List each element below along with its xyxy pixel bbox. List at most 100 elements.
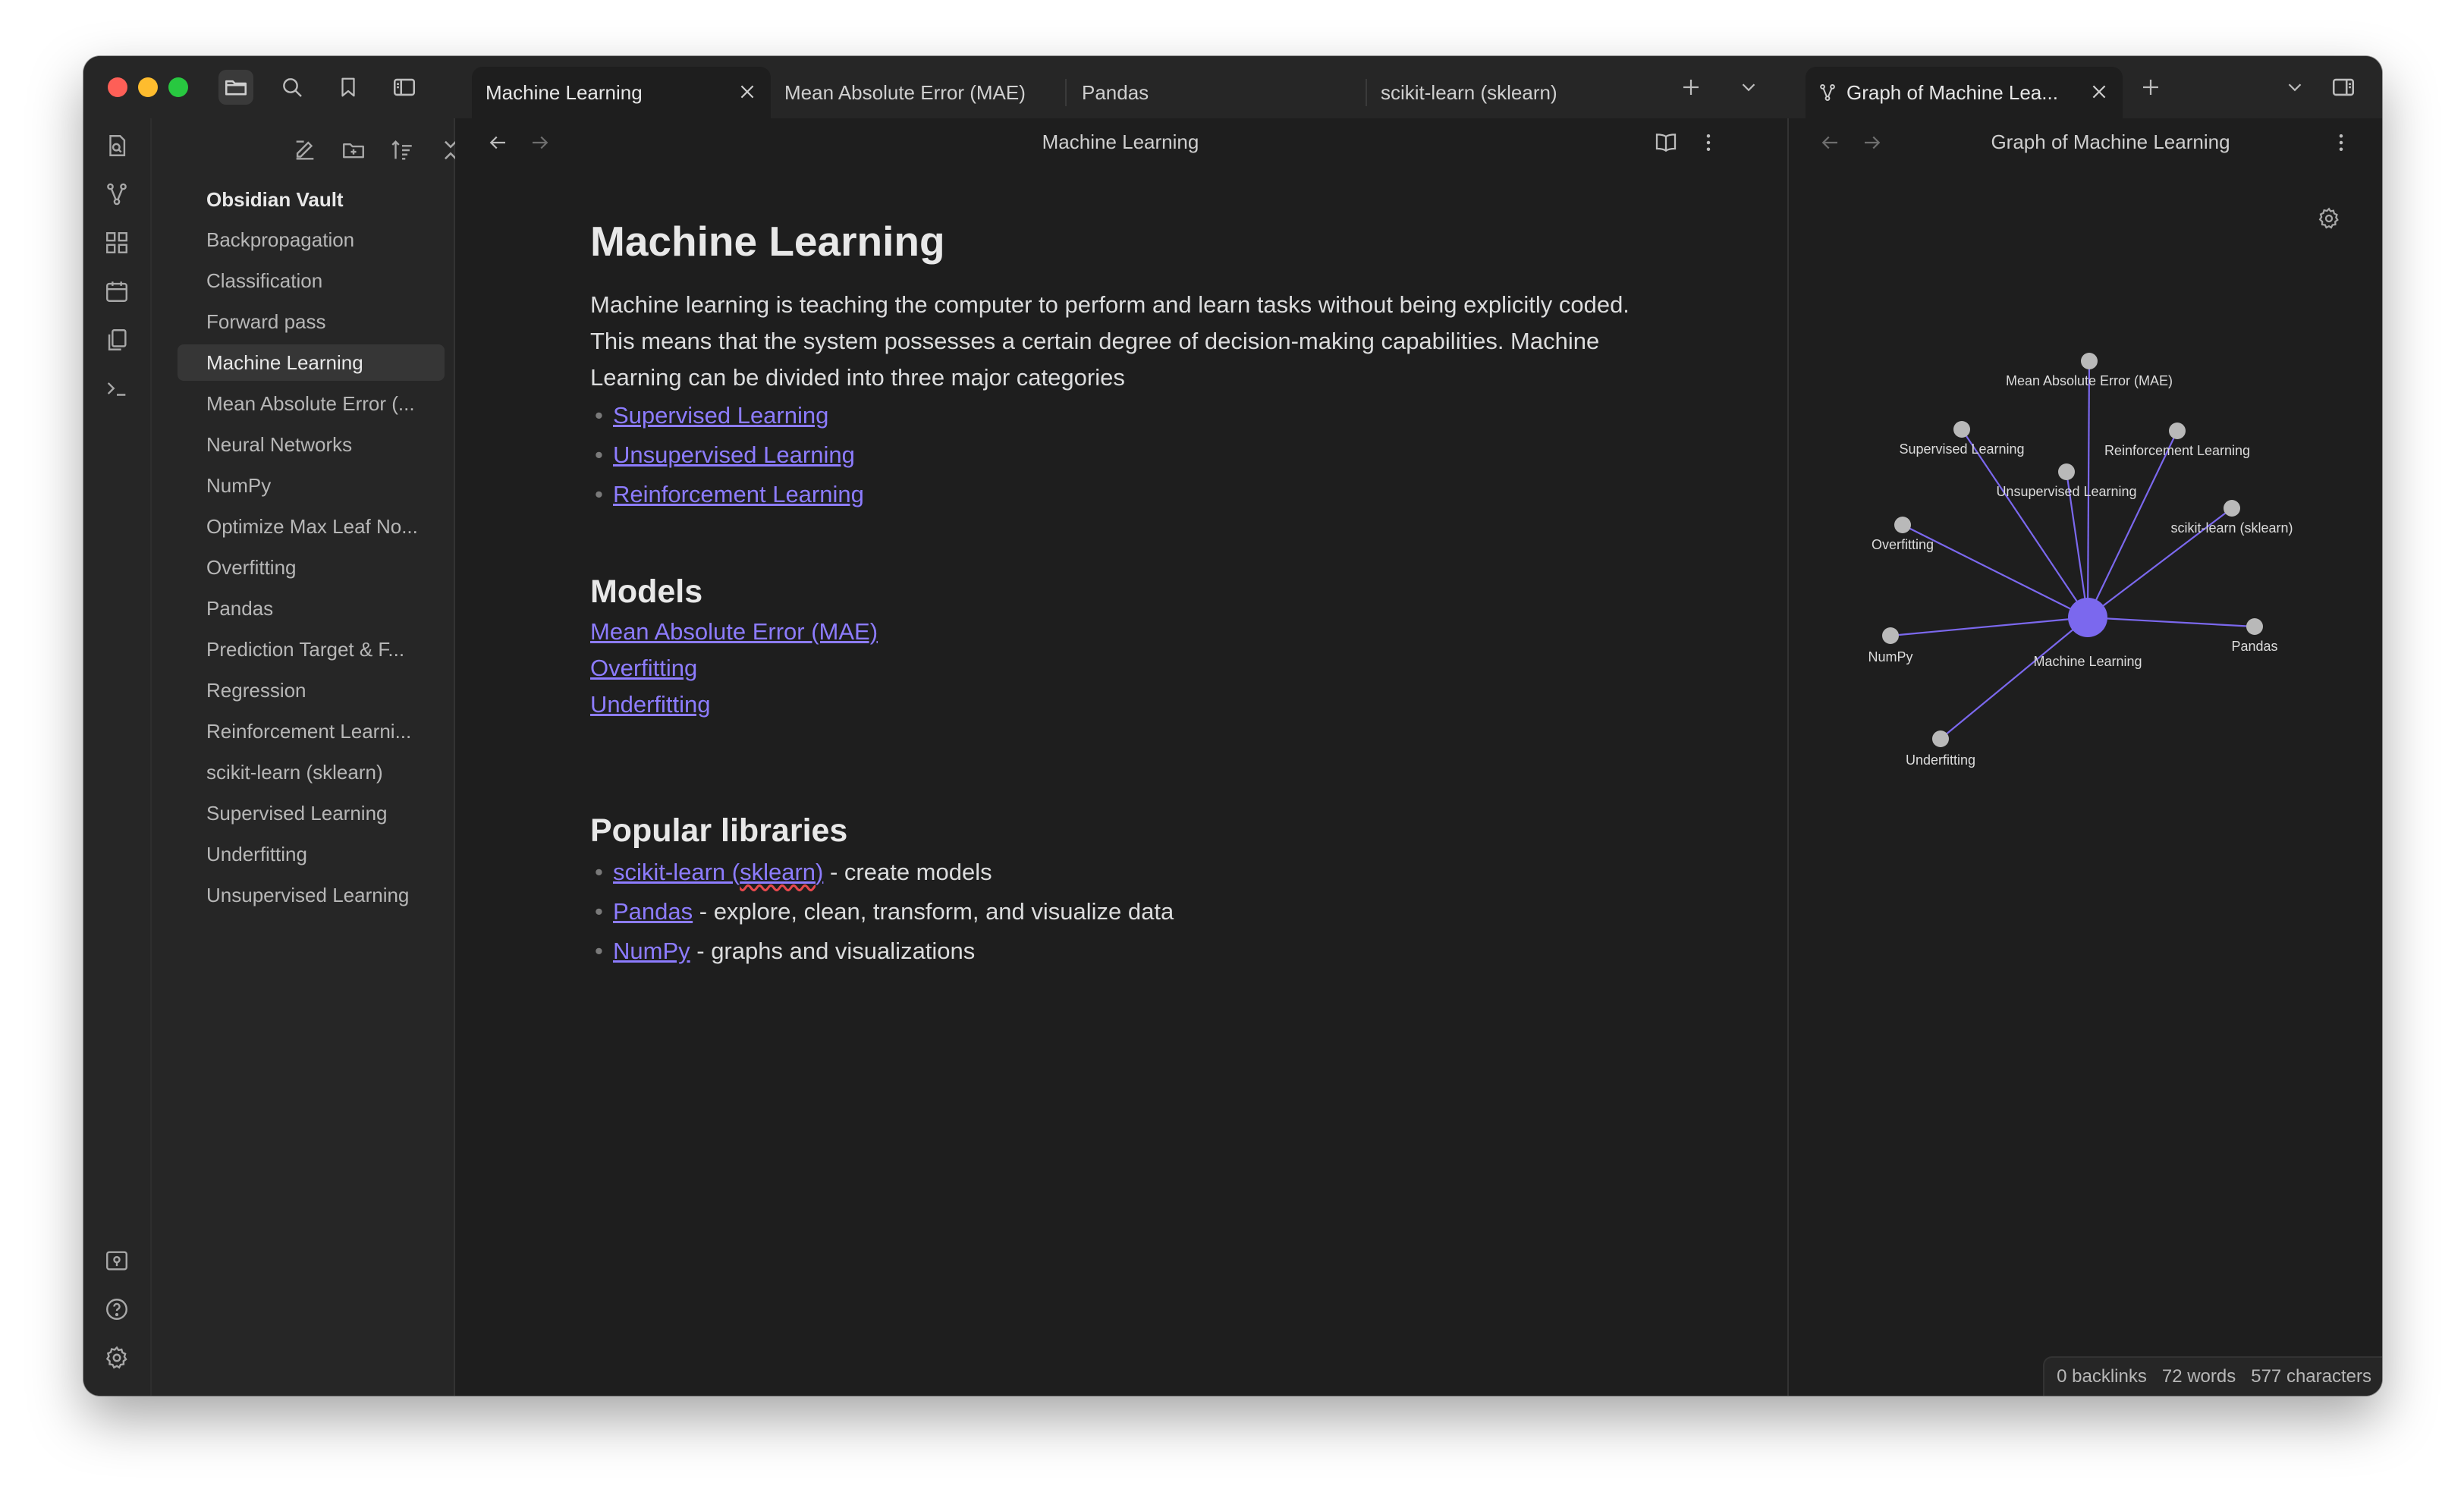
graph-edge xyxy=(1890,616,2088,637)
graph-node[interactable] xyxy=(2081,353,2098,369)
graph-node[interactable] xyxy=(1882,627,1899,644)
close-tab-icon[interactable] xyxy=(737,82,757,107)
tab-list-chevron-icon[interactable] xyxy=(1731,70,1766,105)
character-count: 577 characters xyxy=(2251,1366,2371,1387)
file-item[interactable]: Backpropagation xyxy=(178,221,445,258)
maximize-window-button[interactable] xyxy=(168,77,188,97)
list-item: scikit-learn (sklearn) - create models xyxy=(590,853,1652,892)
new-tab-icon[interactable] xyxy=(1674,70,1708,105)
graph-tab-icon xyxy=(1818,83,1837,102)
graph-node-label: Reinforcement Learning xyxy=(2104,443,2250,458)
graph-view-icon[interactable] xyxy=(100,178,134,211)
minimize-window-button[interactable] xyxy=(138,77,158,97)
new-note-icon[interactable] xyxy=(288,134,322,167)
reading-view-icon[interactable] xyxy=(1651,127,1681,158)
internal-link[interactable]: Mean Absolute Error (MAE) xyxy=(590,614,1652,650)
tab-graph-view[interactable]: Graph of Machine Lea... xyxy=(1806,67,2123,118)
close-tab-icon[interactable] xyxy=(2089,82,2109,107)
open-quick-switcher-icon[interactable] xyxy=(100,129,134,162)
canvas-icon[interactable] xyxy=(100,226,134,259)
internal-link[interactable]: Supervised Learning xyxy=(613,402,828,429)
backlinks-count[interactable]: 0 backlinks xyxy=(2057,1366,2147,1387)
file-item[interactable]: Prediction Target & F... xyxy=(178,631,445,668)
graph-center-node[interactable] xyxy=(2068,598,2107,637)
new-tab-icon[interactable] xyxy=(2133,70,2168,105)
graph-node[interactable] xyxy=(2224,500,2240,517)
graph-pane: Graph of Machine Learning Mean Absolute … xyxy=(1787,118,2382,1396)
terminal-icon[interactable] xyxy=(100,372,134,405)
internal-link[interactable]: NumPy xyxy=(613,938,690,964)
internal-link[interactable]: scikit-learn (sklearn) xyxy=(613,859,823,885)
graph-node[interactable] xyxy=(2169,423,2186,439)
graph-node[interactable] xyxy=(2058,463,2075,480)
tab-label: Pandas xyxy=(1082,80,1149,104)
graph-center-label: Machine Learning xyxy=(2033,654,2142,669)
internal-link[interactable]: Reinforcement Learning xyxy=(613,481,864,507)
calendar-icon[interactable] xyxy=(100,275,134,308)
file-item[interactable]: Mean Absolute Error (... xyxy=(178,385,445,422)
graph-node-label: Overfitting xyxy=(1872,537,1934,552)
help-icon[interactable] xyxy=(100,1293,134,1326)
file-item-active[interactable]: Machine Learning xyxy=(178,344,445,381)
tab-list-chevron-icon[interactable] xyxy=(2277,70,2312,105)
tab-label: scikit-learn (sklearn) xyxy=(1381,80,1557,104)
internal-link[interactable]: Overfitting xyxy=(590,650,1652,686)
copy-files-icon[interactable] xyxy=(100,323,134,357)
settings-gear-icon[interactable] xyxy=(100,1341,134,1374)
file-item[interactable]: Regression xyxy=(178,672,445,708)
vault-switcher-icon[interactable] xyxy=(100,1244,134,1277)
spellcheck-word: sklearn xyxy=(740,859,816,885)
file-item[interactable]: Supervised Learning xyxy=(178,795,445,831)
internal-link[interactable]: Unsupervised Learning xyxy=(613,441,855,468)
graph-node-label: Pandas xyxy=(2231,639,2277,654)
graph-node[interactable] xyxy=(1894,517,1911,533)
list-item-text: - graphs and visualizations xyxy=(690,938,976,964)
file-item[interactable]: Unsupervised Learning xyxy=(178,877,445,913)
tab-label: Mean Absolute Error (MAE) xyxy=(784,80,1026,104)
list-item: Pandas - explore, clean, transform, and … xyxy=(590,892,1652,932)
app-window: Machine Learning Mean Absolute Error (MA… xyxy=(83,56,2382,1396)
tab-pandas[interactable]: Pandas xyxy=(1068,67,1366,118)
close-window-button[interactable] xyxy=(108,77,127,97)
graph-node[interactable] xyxy=(1953,421,1970,438)
tab-label: Machine Learning xyxy=(486,80,643,104)
folder-icon[interactable] xyxy=(218,70,253,105)
file-item[interactable]: Reinforcement Learni... xyxy=(178,713,445,749)
graph-edge xyxy=(1961,429,2088,618)
tab-scikit-learn[interactable]: scikit-learn (sklearn) xyxy=(1367,67,1663,118)
tab-separator xyxy=(1065,79,1067,106)
status-bar: 0 backlinks 72 words 577 characters xyxy=(2043,1356,2382,1396)
right-sidebar-toggle-icon[interactable] xyxy=(2326,70,2361,105)
file-item[interactable]: Pandas xyxy=(178,590,445,627)
models-heading: Models xyxy=(590,573,703,610)
sidebar-toggle-icon[interactable] xyxy=(387,70,422,105)
graph-node[interactable] xyxy=(1932,730,1949,747)
tab-machine-learning[interactable]: Machine Learning xyxy=(472,67,771,118)
more-options-icon[interactable] xyxy=(1693,127,1724,158)
file-item[interactable]: Neural Networks xyxy=(178,426,445,463)
file-item[interactable]: scikit-learn (sklearn) xyxy=(178,754,445,790)
graph-node[interactable] xyxy=(2246,618,2263,635)
file-item[interactable]: NumPy xyxy=(178,467,445,504)
bookmark-icon[interactable] xyxy=(331,70,366,105)
search-icon[interactable] xyxy=(275,70,310,105)
vault-name[interactable]: Obsidian Vault xyxy=(206,188,344,212)
list-item: NumPy - graphs and visualizations xyxy=(590,932,1652,971)
tab-mean-absolute-error[interactable]: Mean Absolute Error (MAE) xyxy=(771,67,1059,118)
graph-node-label: Mean Absolute Error (MAE) xyxy=(2006,373,2173,388)
file-item[interactable]: Underfitting xyxy=(178,836,445,872)
file-item[interactable]: Forward pass xyxy=(178,303,445,340)
file-explorer: Obsidian Vault Backpropagation Classific… xyxy=(152,118,457,1396)
file-item[interactable]: Optimize Max Leaf No... xyxy=(178,508,445,545)
file-item[interactable]: Classification xyxy=(178,262,445,299)
internal-link[interactable]: Underfitting xyxy=(590,686,1652,723)
new-folder-icon[interactable] xyxy=(337,134,370,167)
file-item[interactable]: Overfitting xyxy=(178,549,445,586)
ribbon xyxy=(83,118,152,1396)
graph-canvas[interactable]: Mean Absolute Error (MAE) Supervised Lear… xyxy=(1789,118,2382,1302)
list-item-text: - create models xyxy=(823,859,992,885)
graph-edge xyxy=(2087,430,2178,618)
sort-icon[interactable] xyxy=(385,134,419,167)
internal-link[interactable]: Pandas xyxy=(613,898,693,925)
word-count: 72 words xyxy=(2161,1366,2236,1387)
